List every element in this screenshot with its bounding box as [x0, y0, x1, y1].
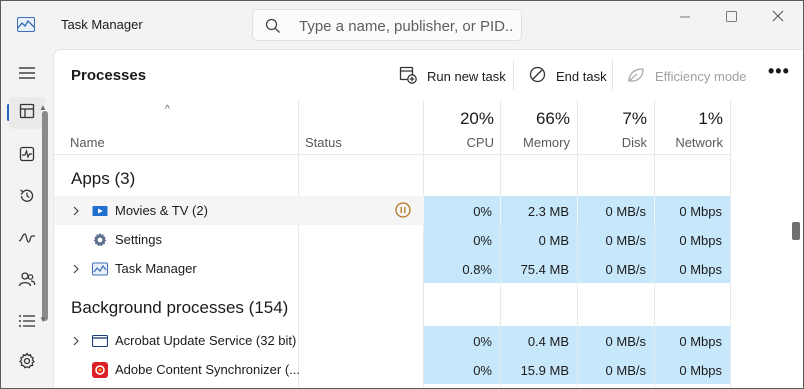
nav-item-startup-apps[interactable]	[9, 224, 45, 256]
network-cell: 0 Mbps	[655, 326, 730, 355]
column-header-disk[interactable]: Disk	[578, 135, 647, 150]
cpu-cell: 0%	[424, 225, 500, 254]
search-box[interactable]	[252, 9, 522, 41]
chevron-right-icon[interactable]	[72, 204, 80, 222]
settings-gear-icon	[18, 351, 36, 375]
chevron-right-icon[interactable]	[72, 334, 80, 352]
left-nav: ▲ ▼	[1, 49, 53, 388]
movies-tv-icon	[92, 203, 108, 219]
title-bar: Task Manager	[1, 1, 803, 49]
maximize-button[interactable]	[711, 7, 751, 27]
leaf-icon	[627, 67, 645, 86]
sort-ascending-icon: ^	[165, 104, 170, 115]
process-name: Task Manager	[115, 261, 197, 276]
task-manager-window: Task Manager Type a name, publisher, or …	[0, 0, 804, 389]
memory-total-percent[interactable]: 66%	[501, 109, 570, 129]
details-icon	[18, 314, 36, 333]
cpu-cell: 0.8%	[424, 254, 500, 283]
network-cell: 0 Mbps	[655, 355, 730, 384]
memory-cell: 75.4 MB	[501, 254, 577, 283]
cpu-total-percent[interactable]: 20%	[424, 109, 494, 129]
network-cell: 0 Mbps	[655, 225, 730, 254]
close-button[interactable]	[757, 7, 797, 27]
efficiency-mode-button[interactable]: Efficiency mode	[627, 63, 747, 89]
column-header-network[interactable]: Network	[655, 135, 723, 150]
processes-icon	[19, 103, 35, 124]
process-name: Adobe Content Synchronizer (...	[115, 362, 300, 377]
nav-item-performance[interactable]	[9, 140, 45, 172]
performance-icon	[19, 146, 35, 167]
more-options-icon[interactable]: •••	[768, 62, 790, 80]
nav-item-users[interactable]	[9, 265, 45, 297]
table-row[interactable]: Adobe Content Synchronizer (... 0% 15.9 …	[54, 355, 730, 384]
memory-cell: 0.4 MB	[501, 326, 577, 355]
column-divider[interactable]	[730, 100, 731, 388]
adobe-cc-icon	[92, 362, 108, 378]
process-name: Movies & TV (2)	[115, 203, 208, 218]
run-new-task-button[interactable]: Run new task	[399, 63, 506, 89]
search-icon	[265, 18, 281, 39]
suspended-pause-icon	[395, 202, 411, 223]
disk-total-percent[interactable]: 7%	[578, 109, 647, 129]
disk-cell: 0 MB/s	[578, 196, 654, 225]
end-task-label: End task	[556, 68, 607, 84]
nav-scrollbar-thumb[interactable]	[42, 111, 48, 321]
processes-table: ^ Name Status 20% CPU 66% Memory 7% Disk…	[54, 100, 803, 388]
chevron-right-icon[interactable]	[72, 262, 80, 280]
memory-cell: 0 MB	[501, 225, 577, 254]
cpu-cell: 0%	[424, 355, 500, 384]
disk-cell: 0 MB/s	[578, 225, 654, 254]
process-name: Settings	[115, 232, 162, 247]
table-row[interactable]: Settings 0% 0 MB 0 MB/s 0 Mbps	[54, 225, 730, 254]
table-scrollbar-thumb[interactable]	[792, 222, 800, 240]
group-header-background: Background processes (154)	[71, 298, 289, 317]
table-row[interactable]: Task Manager 0.8% 75.4 MB 0 MB/s 0 Mbps	[54, 254, 730, 283]
end-task-button[interactable]: End task	[529, 63, 607, 89]
memory-cell: 2.3 MB	[501, 196, 577, 225]
cpu-cell: 0%	[424, 326, 500, 355]
disk-cell: 0 MB/s	[578, 326, 654, 355]
settings-gear-icon	[92, 232, 108, 248]
toolbar-divider	[513, 60, 514, 90]
app-history-icon	[18, 187, 36, 210]
nav-item-processes[interactable]	[9, 97, 45, 129]
network-cell: 0 Mbps	[655, 196, 730, 225]
nav-scroll-down-arrow[interactable]: ▼	[39, 315, 47, 324]
nav-item-settings[interactable]	[9, 347, 45, 379]
run-new-task-label: Run new task	[427, 68, 506, 84]
page-title: Processes	[71, 67, 147, 84]
disk-cell: 0 MB/s	[578, 254, 654, 283]
startup-apps-icon	[18, 231, 36, 250]
network-cell: 0 Mbps	[655, 254, 730, 283]
toolbar-divider	[612, 60, 613, 90]
nav-item-app-history[interactable]	[9, 182, 45, 214]
table-row[interactable]: Movies & TV (2) 0% 2.3 MB 0 MB/s 0 Mbps	[54, 196, 730, 225]
search-input[interactable]	[299, 16, 514, 36]
task-manager-app-icon	[17, 17, 35, 32]
column-header-status[interactable]: Status	[305, 135, 342, 150]
disk-cell: 0 MB/s	[578, 355, 654, 384]
task-manager-icon	[92, 261, 108, 277]
hamburger-menu-icon[interactable]	[9, 57, 45, 89]
processes-page: Processes Run new task End task Efficien…	[53, 49, 803, 388]
process-name: Acrobat Update Service (32 bit)	[115, 333, 297, 348]
toolbar: Processes Run new task End task Efficien…	[54, 50, 803, 100]
cpu-cell: 0%	[424, 196, 500, 225]
table-row[interactable]: Acrobat Update Service (32 bit) 0% 0.4 M…	[54, 326, 730, 355]
column-header-name[interactable]: Name	[70, 135, 105, 150]
memory-cell: 15.9 MB	[501, 355, 577, 384]
network-total-percent[interactable]: 1%	[655, 109, 723, 129]
header-divider	[54, 154, 730, 155]
group-header-apps: Apps (3)	[71, 169, 136, 188]
app-title: Task Manager	[61, 17, 143, 32]
window-app-icon	[91, 333, 109, 349]
run-new-task-icon	[399, 66, 417, 87]
efficiency-mode-label: Efficiency mode	[655, 68, 747, 84]
users-icon	[18, 270, 36, 293]
minimize-button[interactable]	[665, 7, 705, 27]
column-header-cpu[interactable]: CPU	[424, 135, 494, 150]
column-header-memory[interactable]: Memory	[501, 135, 570, 150]
end-task-icon	[529, 66, 546, 86]
